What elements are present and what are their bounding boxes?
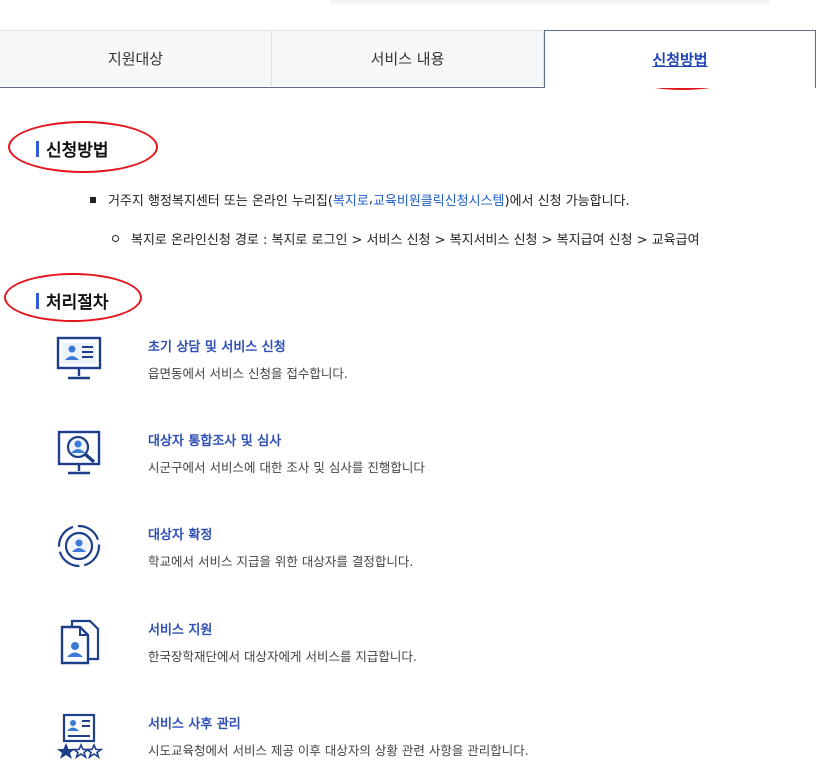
title-accent-bar (36, 140, 39, 157)
monitor-profile-icon (56, 336, 102, 380)
step-title: 서비스 지원 (148, 623, 213, 638)
header-shadow (330, 0, 770, 6)
step-title: 대상자 확정 (148, 528, 213, 543)
apply-sub-bullet: 복지로 온라인신청 경로 : 복지로 로그인 > 서비스 신청 > 복지서비스 … (112, 229, 700, 248)
apply-bullet: 거주지 행정복지센터 또는 온라인 누리집(복지로, 교육비원클릭신청시스템)에… (90, 190, 630, 209)
process-step: 대상자 확정 학교에서 서비스 지급을 위한 대상자를 결정합니다. (50, 524, 750, 584)
link-bokjiro[interactable]: 복지로 (333, 190, 369, 209)
step-description: 읍면동에서 서비스 신청을 접수합니다. (148, 366, 348, 381)
tab-service-content[interactable]: 서비스 내용 (272, 30, 544, 86)
bullet-text-post: )에서 신청 가능합니다. (504, 194, 630, 209)
section-title-process: 처리절차 (36, 288, 109, 313)
step-description: 학교에서 서비스 지급을 위한 대상자를 결정합니다. (148, 554, 414, 569)
step-description: 시군구에서 서비스에 대한 조사 및 심사를 진행합니다 (148, 460, 425, 475)
step-title: 초기 상담 및 서비스 신청 (148, 340, 286, 355)
top-strip (0, 0, 816, 30)
link-education-oneclick[interactable]: 교육비원클릭신청시스템 (373, 190, 505, 209)
step-description: 한국장학재단에서 대상자에게 서비스를 지급합니다. (148, 649, 417, 664)
tab-eligibility[interactable]: 지원대상 (0, 30, 272, 86)
title-accent-bar (36, 292, 39, 309)
sub-bullet-text: 복지로 온라인신청 경로 : 복지로 로그인 > 서비스 신청 > 복지서비스 … (131, 233, 700, 248)
square-bullet-icon (90, 196, 96, 203)
profile-rating-icon (57, 713, 104, 759)
user-document-icon (60, 619, 100, 665)
apply-title: 신청방법 (46, 141, 109, 161)
step-title: 대상자 통합조사 및 심사 (148, 434, 282, 449)
monitor-search-user-icon (57, 430, 101, 475)
tab-bar: 지원대상 서비스 내용 신청방법 (0, 30, 816, 88)
bullet-text-pre: 거주지 행정복지센터 또는 온라인 누리집( (108, 194, 333, 209)
process-step: 서비스 사후 관리 시도교육청에서 서비스 제공 이후 대상자의 상황 관련 사… (50, 713, 750, 773)
process-step: 서비스 지원 한국장학재단에서 대상자에게 서비스를 지급합니다. (50, 619, 750, 679)
step-description: 시도교육청에서 서비스 제공 이후 대상자의 상황 관련 사항을 관리합니다. (148, 743, 529, 758)
tab-application-method[interactable]: 신청방법 (544, 30, 816, 88)
step-title: 서비스 사후 관리 (148, 717, 241, 732)
circle-bullet-icon (112, 235, 119, 242)
process-step: 초기 상담 및 서비스 신청 읍면동에서 서비스 신청을 접수합니다. (50, 336, 750, 396)
process-step: 대상자 통합조사 및 심사 시군구에서 서비스에 대한 조사 및 심사를 진행합… (50, 430, 750, 490)
process-title: 처리절차 (46, 293, 109, 313)
target-user-icon (57, 524, 101, 568)
section-title-apply: 신청방법 (36, 136, 109, 161)
